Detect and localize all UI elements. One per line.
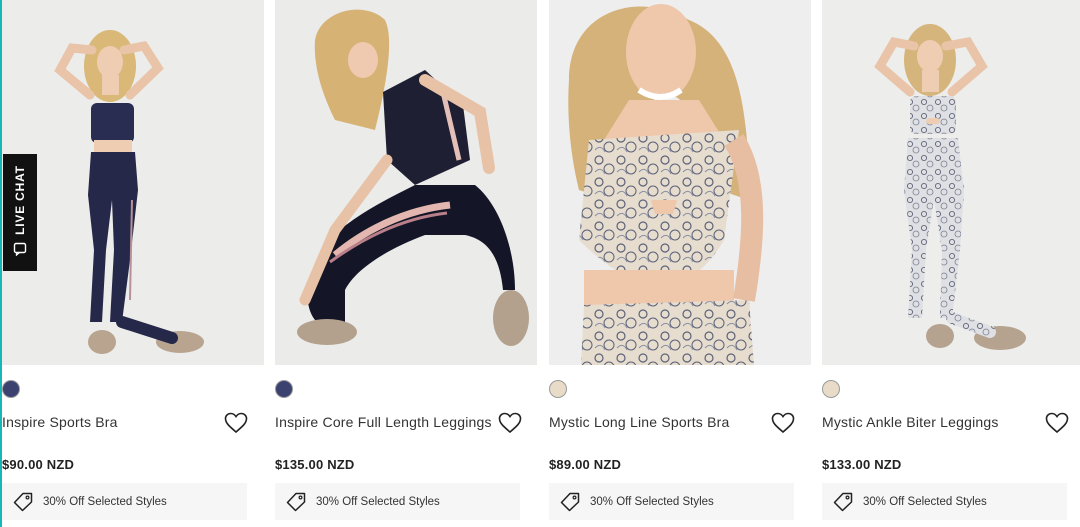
product-image[interactable] xyxy=(822,0,1080,365)
heart-icon[interactable] xyxy=(498,412,522,434)
promo-badge[interactable]: 30% Off Selected Styles xyxy=(822,483,1067,520)
product-name[interactable]: Mystic Long Line Sports Bra xyxy=(549,414,729,430)
promo-badge[interactable]: 30% Off Selected Styles xyxy=(549,483,794,520)
heart-icon[interactable] xyxy=(224,412,248,434)
product-price: $89.00 NZD xyxy=(549,457,622,472)
product-image[interactable] xyxy=(549,0,811,365)
price-tag-icon xyxy=(560,492,580,511)
product-card: Inspire Core Full Length Leggings $135.0… xyxy=(275,0,537,527)
chat-bubble-icon xyxy=(13,242,27,256)
product-image[interactable] xyxy=(2,0,264,365)
color-swatch[interactable] xyxy=(549,380,567,398)
model-photo-floral-bra xyxy=(549,0,811,365)
promo-badge[interactable]: 30% Off Selected Styles xyxy=(275,483,520,520)
model-photo-floral-leggings xyxy=(822,0,1080,365)
product-price: $135.00 NZD xyxy=(275,457,355,472)
promo-text: 30% Off Selected Styles xyxy=(863,495,987,508)
model-photo-striped-leggings xyxy=(275,0,537,365)
color-swatch[interactable] xyxy=(275,380,293,398)
product-grid: Inspire Sports Bra $90.00 NZD 30% Off Se… xyxy=(2,0,1080,527)
price-tag-icon xyxy=(286,492,306,511)
price-tag-icon xyxy=(833,492,853,511)
promo-text: 30% Off Selected Styles xyxy=(43,495,167,508)
model-photo-navy-set xyxy=(2,0,264,365)
product-price: $90.00 NZD xyxy=(2,457,75,472)
color-swatch[interactable] xyxy=(2,380,20,398)
product-name[interactable]: Inspire Sports Bra xyxy=(2,414,118,430)
product-card: Inspire Sports Bra $90.00 NZD 30% Off Se… xyxy=(2,0,264,527)
promo-text: 30% Off Selected Styles xyxy=(590,495,714,508)
product-name[interactable]: Mystic Ankle Biter Leggings xyxy=(822,414,999,430)
heart-icon[interactable] xyxy=(771,412,795,434)
heart-icon[interactable] xyxy=(1045,412,1069,434)
product-price: $133.00 NZD xyxy=(822,457,902,472)
product-image[interactable] xyxy=(275,0,537,365)
promo-text: 30% Off Selected Styles xyxy=(316,495,440,508)
promo-badge[interactable]: 30% Off Selected Styles xyxy=(2,483,247,520)
live-chat-label: LIVE CHAT xyxy=(13,165,27,235)
live-chat-button[interactable]: LIVE CHAT xyxy=(3,154,37,271)
price-tag-icon xyxy=(13,492,33,511)
product-card: Mystic Ankle Biter Leggings $133.00 NZD … xyxy=(822,0,1080,527)
product-name[interactable]: Inspire Core Full Length Leggings xyxy=(275,414,492,430)
product-listing-page: Inspire Sports Bra $90.00 NZD 30% Off Se… xyxy=(0,0,1080,527)
color-swatch[interactable] xyxy=(822,380,840,398)
product-card: Mystic Long Line Sports Bra $89.00 NZD 3… xyxy=(549,0,811,527)
